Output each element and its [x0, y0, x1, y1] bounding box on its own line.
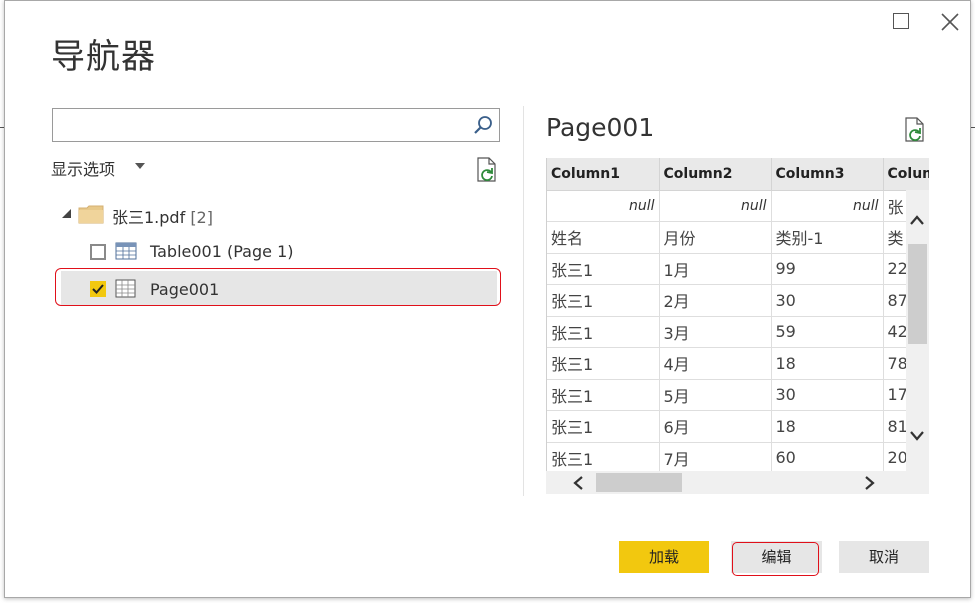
table-cell: 张三1	[547, 379, 660, 411]
refresh-preview-icon[interactable]	[903, 117, 927, 143]
scroll-down-icon[interactable]	[909, 430, 925, 442]
maximize-icon[interactable]	[893, 13, 909, 29]
edit-button-outline	[732, 542, 819, 576]
table-row: 张三1 7月 60 20	[547, 442, 929, 471]
vertical-scrollbar[interactable]	[906, 190, 929, 471]
table-cell: 3月	[659, 316, 772, 348]
table-row: 张三1 3月 59 42	[547, 316, 929, 348]
tree-root-item[interactable]: 张三1.pdf [2]	[112, 204, 213, 228]
table-cell: 18	[771, 347, 884, 380]
table-cell: 张三1	[547, 316, 660, 348]
tree-item-table001[interactable]: Table001 (Page 1)	[150, 242, 293, 261]
table-row: null null null 张	[547, 190, 929, 222]
expand-arrow-icon[interactable]	[62, 209, 71, 218]
table-cell: 59	[771, 316, 884, 348]
table-row: 张三1 4月 18 78	[547, 347, 929, 380]
table-row: 张三1 2月 30 87	[547, 284, 929, 317]
cancel-button[interactable]: 取消	[839, 541, 929, 573]
table-cell: 月份	[659, 221, 772, 254]
scroll-up-icon[interactable]	[909, 214, 925, 226]
preview-grid[interactable]: Column1 Column2 Column3 Colum null null …	[546, 158, 929, 471]
folder-icon	[78, 205, 104, 224]
table-cell: 60	[771, 442, 884, 471]
column-header[interactable]: Column3	[771, 158, 884, 191]
table-cell: 张三1	[547, 253, 660, 285]
table-cell: 2月	[659, 284, 772, 317]
display-options-button[interactable]: 显示选项	[51, 156, 115, 180]
refresh-icon[interactable]	[475, 157, 499, 183]
selection-outline	[55, 268, 501, 306]
table-cell: null	[547, 190, 660, 222]
navigator-dialog: 导航器 显示选项 张三1.pdf [2] Table001 (Page 1) P…	[4, 0, 971, 598]
dialog-title: 导航器	[51, 37, 156, 77]
table-cell: null	[659, 190, 772, 222]
table-row: 张三1 5月 30 17	[547, 379, 929, 411]
table-cell: 4月	[659, 347, 772, 380]
table-icon	[115, 242, 137, 260]
close-icon[interactable]	[939, 11, 961, 33]
table-cell: 5月	[659, 379, 772, 411]
vertical-scroll-thumb[interactable]	[908, 244, 927, 344]
load-button[interactable]: 加载	[619, 541, 709, 573]
column-header[interactable]: Colum	[883, 158, 929, 191]
table-cell: 张三1	[547, 442, 660, 471]
table-cell: 类别-1	[771, 221, 884, 254]
scroll-right-icon[interactable]	[864, 475, 876, 491]
table-cell: 姓名	[547, 221, 660, 254]
table-cell: 30	[771, 379, 884, 411]
table-cell: 30	[771, 284, 884, 317]
header-row: Column1 Column2 Column3 Colum	[547, 158, 929, 191]
table-cell: 张三1	[547, 347, 660, 380]
table-row: 张三1 6月 18 81	[547, 410, 929, 443]
column-header[interactable]: Column2	[659, 158, 772, 191]
table-row: 张三1 1月 99 22	[547, 253, 929, 285]
table-cell: 6月	[659, 410, 772, 443]
table-row: 姓名 月份 类别-1 类	[547, 221, 929, 254]
search-icon[interactable]	[473, 115, 493, 135]
preview-title: Page001	[546, 113, 655, 142]
chevron-down-icon[interactable]	[135, 163, 145, 169]
table-cell: 1月	[659, 253, 772, 285]
pane-divider[interactable]	[523, 106, 524, 496]
table-cell: 99	[771, 253, 884, 285]
column-header[interactable]: Column1	[547, 158, 660, 191]
search-box[interactable]	[52, 108, 500, 142]
table-cell: 7月	[659, 442, 772, 471]
table001-checkbox[interactable]	[90, 244, 106, 260]
search-input[interactable]	[57, 113, 457, 137]
preview-table: Column1 Column2 Column3 Colum null null …	[547, 158, 929, 471]
tree-root-count: [2]	[190, 208, 213, 227]
background-line-right	[971, 127, 975, 128]
table-cell: null	[771, 190, 884, 222]
scroll-left-icon[interactable]	[572, 475, 584, 491]
table-cell: 18	[771, 410, 884, 443]
table-cell: 张三1	[547, 410, 660, 443]
tree-root-label: 张三1.pdf	[112, 208, 186, 227]
horizontal-scroll-thumb[interactable]	[596, 473, 682, 492]
horizontal-scrollbar[interactable]	[546, 471, 929, 494]
table-cell: 张三1	[547, 284, 660, 317]
